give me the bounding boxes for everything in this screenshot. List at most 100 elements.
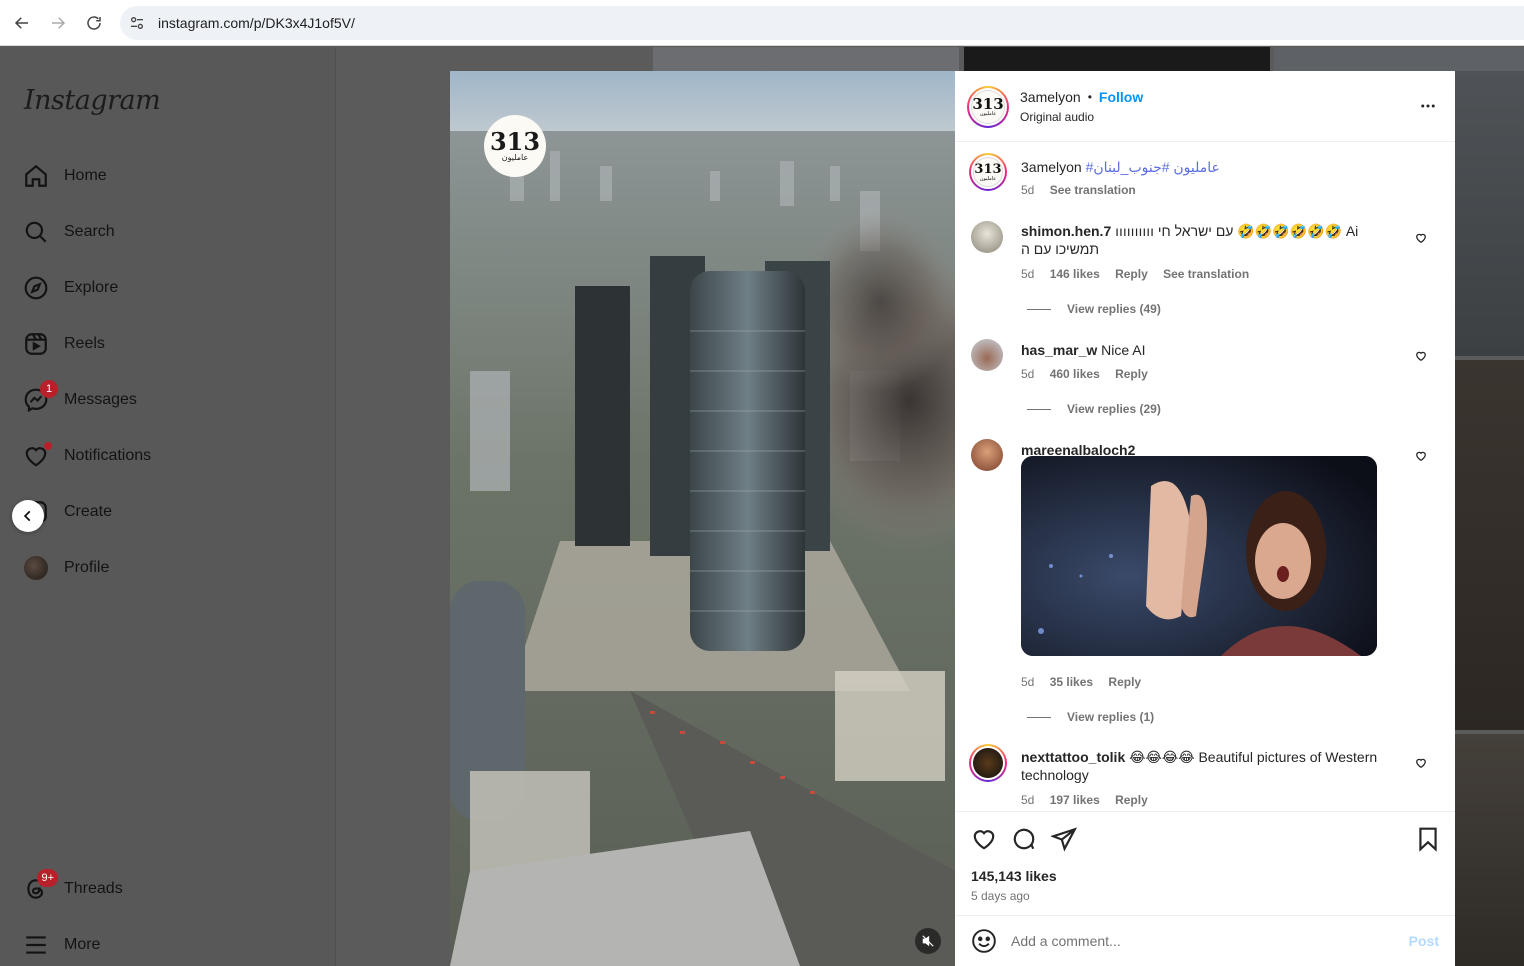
comment-likes[interactable]: 197 likes (1050, 793, 1100, 807)
caption-author-avatar[interactable]: 313 عامليون (969, 153, 1007, 191)
follow-button[interactable]: Follow (1099, 89, 1143, 105)
back-arrow-icon[interactable] (4, 5, 40, 41)
commenter-avatar[interactable] (971, 339, 1003, 371)
reload-icon[interactable] (76, 5, 112, 41)
messenger-icon: 1 (22, 380, 58, 414)
reply-button[interactable]: Reply (1115, 267, 1148, 281)
sidebar-item-label: Search (64, 223, 115, 240)
emoji-icon[interactable] (971, 928, 997, 954)
author-avatar[interactable]: 313 عامليون (967, 86, 1009, 128)
sidebar-item-label: Messages (64, 391, 137, 408)
comment-likes[interactable]: 146 likes (1050, 267, 1100, 281)
comment-likes[interactable]: 35 likes (1050, 675, 1093, 689)
feed-thumbnail (1455, 360, 1524, 730)
address-bar[interactable]: instagram.com/p/DK3x4J1of5V/ (120, 6, 1524, 40)
share-paper-plane-icon[interactable] (1049, 826, 1079, 854)
feed-thumbnail (1455, 734, 1524, 966)
sidebar-item-reels[interactable]: Reels (22, 326, 105, 362)
like-comment-heart-icon[interactable] (1415, 449, 1427, 461)
post-details-panel: 313 عامليون 3amelyon • Follow Original au… (955, 71, 1455, 966)
like-comment-heart-icon[interactable] (1415, 756, 1427, 768)
home-icon (22, 162, 50, 190)
heart-icon (22, 442, 52, 470)
browser-toolbar: instagram.com/p/DK3x4J1of5V/ (0, 0, 1524, 46)
site-settings-icon[interactable] (120, 6, 154, 40)
post-video[interactable]: 313 عامليون (450, 71, 955, 966)
sidebar-item-messages[interactable]: 1 Messages (22, 380, 137, 418)
view-replies-button[interactable]: View replies (29) (1027, 402, 1161, 416)
like-heart-icon[interactable] (971, 826, 999, 854)
commenter-avatar[interactable] (971, 439, 1003, 471)
sidebar-item-label: Home (64, 167, 107, 184)
gif-image (1021, 456, 1377, 656)
commenter-avatar[interactable] (969, 744, 1007, 782)
reply-button[interactable]: Reply (1115, 793, 1148, 807)
comment-username[interactable]: shimon.hen.7 (1021, 223, 1111, 239)
post-comment-button[interactable]: Post (1409, 933, 1439, 949)
forward-arrow-icon[interactable] (40, 5, 76, 41)
post-header: 313 عامليون 3amelyon • Follow Original au… (955, 71, 1455, 142)
channel-watermark: 313 عامليون (484, 115, 546, 177)
speaker-muted-icon (922, 935, 934, 947)
sidebar-item-threads[interactable]: 9+ Threads (22, 869, 123, 907)
sidebar-item-notifications[interactable]: Notifications (22, 438, 151, 474)
feed-thumbnail (1274, 47, 1524, 71)
feed-thumbnail (1455, 71, 1524, 356)
more-options-icon[interactable] (1419, 97, 1437, 120)
reply-button[interactable]: Reply (1108, 675, 1141, 689)
previous-post-button[interactable] (12, 500, 44, 532)
reels-icon (22, 330, 50, 358)
comment-bubble-icon[interactable] (1011, 826, 1039, 854)
separator-dot: • (1087, 90, 1092, 104)
likes-count[interactable]: 145,143 likes (971, 868, 1057, 884)
see-translation-link[interactable]: See translation (1163, 267, 1249, 281)
comment-composer: Add a comment... Post (955, 915, 1455, 966)
like-comment-heart-icon[interactable] (1415, 349, 1427, 361)
comment-time: 5d (1021, 267, 1035, 281)
post-timestamp[interactable]: 5 days ago (971, 889, 1030, 903)
comment-text: Nice AI (1101, 342, 1146, 358)
search-icon (22, 218, 50, 246)
hamburger-icon (22, 931, 50, 959)
sidebar-item-more[interactable]: More (22, 927, 100, 963)
author-username[interactable]: 3amelyon (1020, 89, 1081, 105)
comment-time: 5d (1021, 367, 1035, 381)
instagram-logo[interactable]: Instagram (24, 85, 161, 116)
sidebar-item-home[interactable]: Home (22, 158, 107, 194)
sidebar-item-profile[interactable]: Profile (22, 550, 109, 586)
see-translation-link[interactable]: See translation (1050, 183, 1136, 197)
comment-username[interactable]: has_mar_w (1021, 342, 1097, 358)
comment-gif[interactable] (1021, 456, 1377, 656)
sidebar-item-label: Profile (64, 559, 110, 576)
post-actions: 145,143 likes 5 days ago (955, 811, 1455, 915)
mute-button[interactable] (915, 928, 941, 954)
sidebar-item-search[interactable]: Search (22, 214, 115, 250)
video-frame-image (450, 71, 955, 966)
threads-icon: 9+ (22, 869, 58, 903)
feed-thumbnail (964, 47, 1270, 71)
caption-hashtags[interactable]: #عامليون #جنوب_لبنان (1086, 159, 1220, 175)
audio-label[interactable]: Original audio (1020, 110, 1094, 124)
like-comment-heart-icon[interactable] (1415, 231, 1427, 243)
save-bookmark-icon[interactable] (1415, 826, 1443, 854)
reply-button[interactable]: Reply (1115, 367, 1148, 381)
view-replies-button[interactable]: View replies (49) (1027, 302, 1161, 316)
commenter-avatar[interactable] (971, 221, 1003, 253)
comment-time: 5d (1021, 675, 1035, 689)
caption-username[interactable]: 3amelyon (1021, 159, 1082, 175)
sidebar-item-explore[interactable]: Explore (22, 270, 118, 306)
url-text[interactable]: instagram.com/p/DK3x4J1of5V/ (158, 15, 355, 31)
compass-icon (22, 274, 50, 302)
feed-thumbnail (653, 47, 959, 71)
sidebar-item-label: Create (64, 503, 113, 520)
threads-badge: 9+ (37, 869, 58, 887)
sidebar-item-label: Notifications (64, 447, 152, 464)
view-replies-button[interactable]: View replies (1) (1027, 710, 1154, 724)
notification-dot (44, 442, 52, 450)
comment-input[interactable]: Add a comment... (1011, 933, 1409, 949)
comment-time: 5d (1021, 793, 1035, 807)
caption-time: 5d (1021, 183, 1035, 197)
comment-likes[interactable]: 460 likes (1050, 367, 1100, 381)
comment-username[interactable]: nexttattoo_tolik (1021, 749, 1125, 765)
sidebar-item-label: Reels (64, 335, 105, 352)
